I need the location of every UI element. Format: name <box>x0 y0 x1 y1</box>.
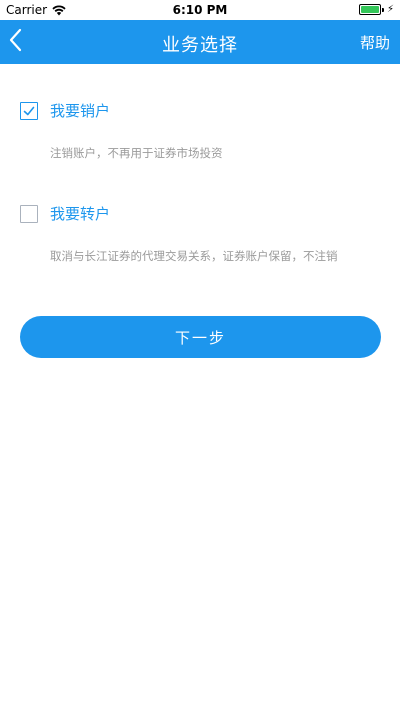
option-description: 注销账户，不再用于证券市场投资 <box>50 146 223 160</box>
checkbox-checked[interactable] <box>20 101 38 120</box>
nav-bar: 业务选择 帮助 <box>0 20 400 64</box>
option-close-account: 我要销户 注销账户，不再用于证券市场投资 <box>20 100 380 161</box>
option-description: 取消与长江证券的代理交易关系，证券账户保留，不注销 <box>50 249 338 263</box>
battery-indicator: ⚡ <box>358 4 394 15</box>
page-title: 业务选择 <box>162 35 238 56</box>
battery-tip <box>381 7 384 12</box>
option-label: 我要销户 <box>50 102 111 120</box>
battery-icon <box>358 4 381 15</box>
option-label: 我要转户 <box>50 205 111 223</box>
checkbox-unchecked[interactable] <box>20 204 38 223</box>
status-time: 6:10 PM <box>172 3 228 17</box>
battery-fill <box>360 6 379 13</box>
status-bar: Carrier 6:10 PM ⚡ <box>0 0 400 20</box>
charging-bolt-icon: ⚡ <box>386 4 394 15</box>
option-transfer-account-row[interactable]: 我要转户 <box>20 203 380 224</box>
option-close-account-row[interactable]: 我要销户 <box>20 100 380 121</box>
option-transfer-account: 我要转户 取消与长江证券的代理交易关系，证券账户保留，不注销 <box>20 203 380 264</box>
help-button[interactable]: 帮助 <box>360 32 390 53</box>
checkmark-icon <box>23 106 35 115</box>
next-step-button[interactable]: 下一步 <box>20 316 381 358</box>
